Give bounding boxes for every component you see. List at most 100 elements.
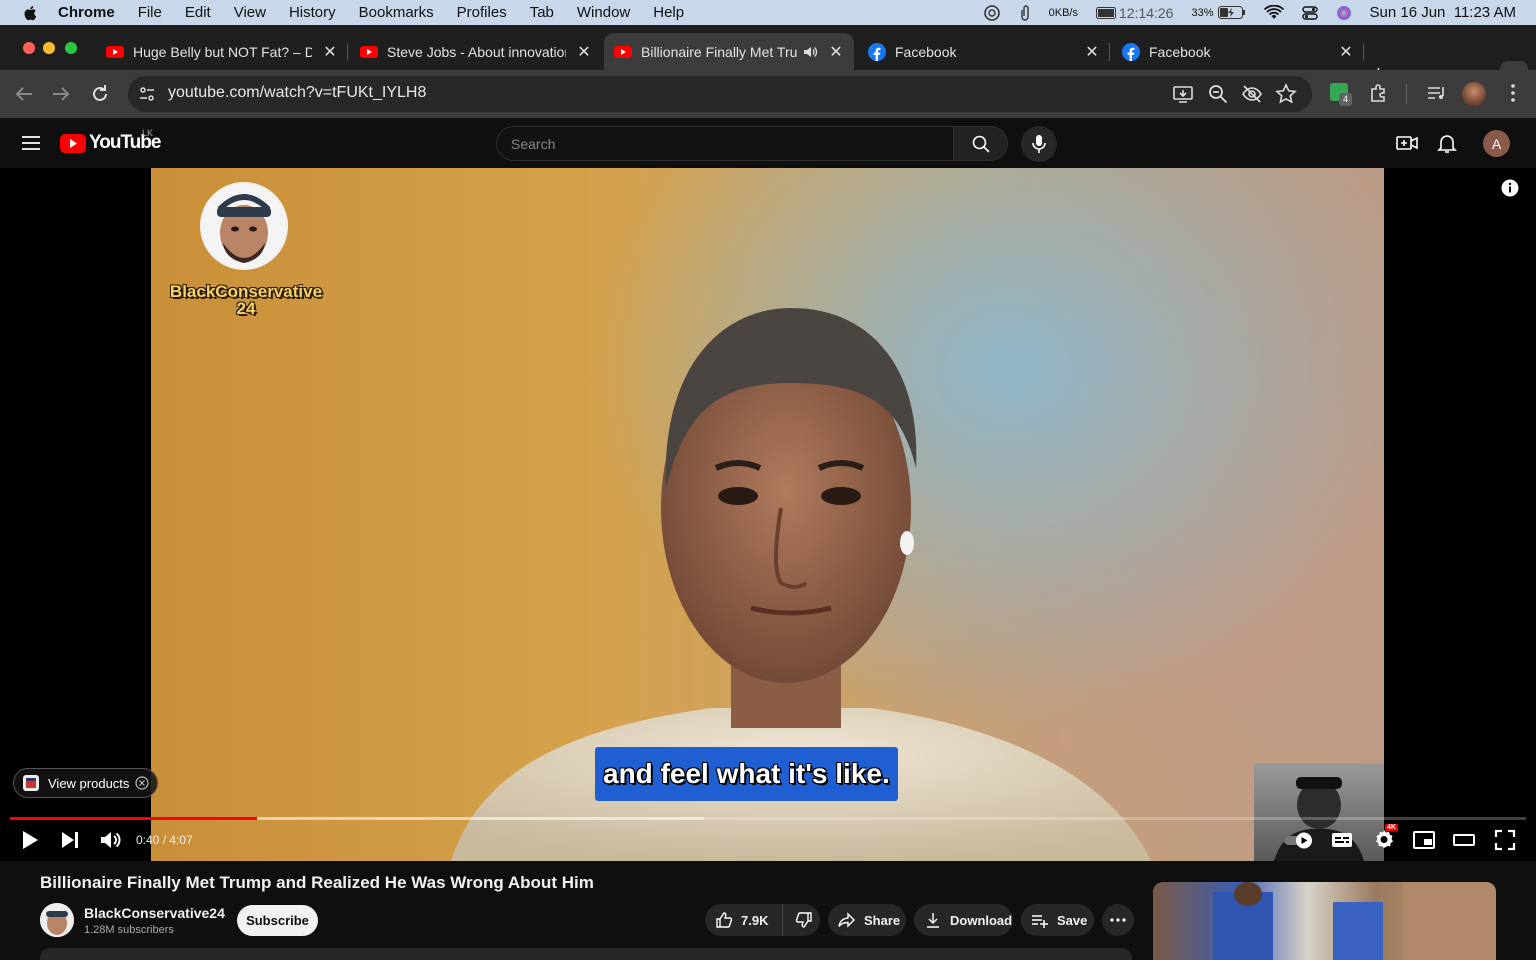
window-zoom-button[interactable]	[65, 42, 77, 54]
close-circle-icon[interactable]	[135, 776, 150, 790]
menu-tab[interactable]: Tab	[530, 4, 554, 21]
save-button[interactable]: Save	[1021, 904, 1094, 936]
recommended-video-thumbnail[interactable]	[1153, 882, 1496, 960]
close-icon[interactable]: ✕	[576, 44, 592, 61]
progress-bar[interactable]	[10, 817, 1526, 820]
hamburger-menu-icon[interactable]	[19, 131, 43, 155]
chatgpt-icon[interactable]	[983, 4, 1001, 22]
autoplay-toggle-icon[interactable]	[1282, 828, 1316, 852]
volume-icon[interactable]	[98, 828, 122, 852]
next-video-icon[interactable]	[58, 828, 82, 852]
microphone-icon	[1032, 135, 1046, 153]
thumbs-up-icon	[716, 912, 733, 928]
subtitles-icon[interactable]	[1330, 828, 1354, 852]
share-button[interactable]: Share	[828, 904, 906, 936]
browser-toolbar: youtube.com/watch?v=tFUKt_IYLH8 4	[0, 70, 1536, 118]
save-playlist-icon	[1032, 915, 1048, 928]
battery-timer[interactable]: 12:14:26	[1095, 5, 1173, 21]
window-minimize-button[interactable]	[43, 42, 55, 54]
search-input[interactable]	[511, 136, 931, 152]
view-products-button[interactable]: View products	[13, 768, 159, 798]
siri-icon[interactable]	[1336, 5, 1352, 21]
channel-name[interactable]: BlackConservative24	[84, 905, 225, 921]
menu-profiles[interactable]: Profiles	[457, 4, 507, 21]
tab-steve-jobs[interactable]: Steve Jobs - About innovation ✕	[350, 33, 602, 70]
subscribe-button[interactable]: Subscribe	[237, 905, 318, 936]
forward-arrow-icon[interactable]	[49, 82, 73, 106]
youtube-icon	[360, 45, 378, 58]
battery-status[interactable]: 33%	[1191, 6, 1245, 19]
menu-app-chrome[interactable]: Chrome	[58, 4, 115, 21]
quality-badge: 4K	[1385, 824, 1398, 831]
menu-help[interactable]: Help	[653, 4, 684, 21]
info-icon[interactable]	[1501, 179, 1519, 197]
menu-edit[interactable]: Edit	[185, 4, 211, 21]
speaker-icon[interactable]	[802, 44, 818, 60]
youtube-logo[interactable]: YouTube LK	[60, 128, 161, 154]
tracking-blocked-eye-icon[interactable]	[1241, 83, 1263, 105]
download-label: Download	[950, 912, 1013, 928]
apple-icon[interactable]	[22, 4, 40, 22]
tab-title: Steve Jobs - About innovation	[387, 43, 566, 60]
share-label: Share	[864, 912, 901, 928]
profile-avatar[interactable]	[1462, 82, 1486, 106]
install-app-icon[interactable]	[1172, 83, 1194, 105]
media-controls-icon[interactable]	[1425, 82, 1447, 104]
miniplayer-icon[interactable]	[1412, 828, 1436, 852]
tab-facebook-2[interactable]: Facebook ✕	[1112, 33, 1364, 70]
voice-search-button[interactable]	[1021, 126, 1057, 162]
theater-mode-icon[interactable]	[1452, 828, 1476, 852]
video-title: Billionaire Finally Met Trump and Realiz…	[40, 873, 594, 892]
search-button[interactable]	[954, 126, 1008, 161]
close-icon[interactable]: ✕	[1338, 44, 1354, 61]
play-icon[interactable]	[18, 828, 42, 852]
wifi-icon[interactable]	[1263, 4, 1284, 21]
reload-icon[interactable]	[88, 82, 112, 106]
settings-button[interactable]: 4K	[1372, 824, 1398, 852]
extension-green-badge[interactable]: 4	[1330, 83, 1352, 106]
channel-avatar[interactable]	[40, 903, 74, 937]
close-icon[interactable]: ✕	[828, 44, 844, 61]
back-arrow-icon[interactable]	[12, 82, 36, 106]
menubar-clock[interactable]: Sun 16 Jun 11:23 AM	[1370, 4, 1517, 21]
close-icon[interactable]: ✕	[322, 44, 338, 61]
address-bar[interactable]: youtube.com/watch?v=tFUKt_IYLH8	[128, 76, 1312, 112]
window-close-button[interactable]	[23, 42, 35, 54]
menu-file[interactable]: File	[138, 4, 162, 21]
bookmark-star-icon[interactable]	[1275, 83, 1297, 105]
fullscreen-icon[interactable]	[1493, 828, 1517, 852]
dislike-button[interactable]	[783, 904, 821, 936]
extension-count-badge: 4	[1339, 93, 1352, 106]
zoom-icon[interactable]	[1207, 83, 1229, 105]
end-screen-video-thumbnail[interactable]	[1254, 763, 1384, 861]
chrome-menu-icon[interactable]	[1502, 82, 1524, 104]
url-text[interactable]: youtube.com/watch?v=tFUKt_IYLH8	[168, 84, 426, 102]
battery-charging-icon	[1217, 6, 1245, 19]
save-label: Save	[1057, 912, 1088, 928]
download-button[interactable]: Download	[914, 904, 1013, 936]
notifications-bell-icon[interactable]	[1435, 131, 1459, 155]
site-settings-icon[interactable]	[138, 85, 156, 103]
tab-billionaire-active[interactable]: Billionaire Finally Met Trump ✕	[604, 33, 854, 70]
video-player[interactable]: BlackConservative 24 and feel what it's …	[0, 168, 1536, 861]
more-actions-button[interactable]	[1102, 904, 1134, 936]
facebook-icon	[868, 42, 886, 61]
create-video-icon[interactable]	[1395, 131, 1419, 155]
menu-window[interactable]: Window	[577, 4, 630, 21]
tab-huge-belly[interactable]: Huge Belly but NOT Fat? – Dr ✕	[96, 33, 348, 70]
description-box[interactable]	[40, 948, 1132, 960]
menu-view[interactable]: View	[234, 4, 266, 21]
close-icon[interactable]: ✕	[1084, 44, 1100, 61]
more-horizontal-icon	[1110, 918, 1126, 922]
paperclip-icon[interactable]	[1019, 4, 1031, 22]
control-center-icon[interactable]	[1301, 5, 1318, 21]
menu-history[interactable]: History	[289, 4, 336, 21]
menu-bookmarks[interactable]: Bookmarks	[359, 4, 434, 21]
like-button[interactable]: 7.9K	[705, 904, 784, 936]
region-code: LK	[142, 128, 154, 138]
youtube-logo-icon	[60, 133, 86, 153]
account-avatar[interactable]: A	[1483, 130, 1510, 157]
video-frame[interactable]: BlackConservative 24 and feel what it's …	[151, 168, 1384, 861]
extensions-puzzle-icon[interactable]	[1368, 82, 1390, 104]
tab-facebook-1[interactable]: Facebook ✕	[858, 33, 1110, 70]
